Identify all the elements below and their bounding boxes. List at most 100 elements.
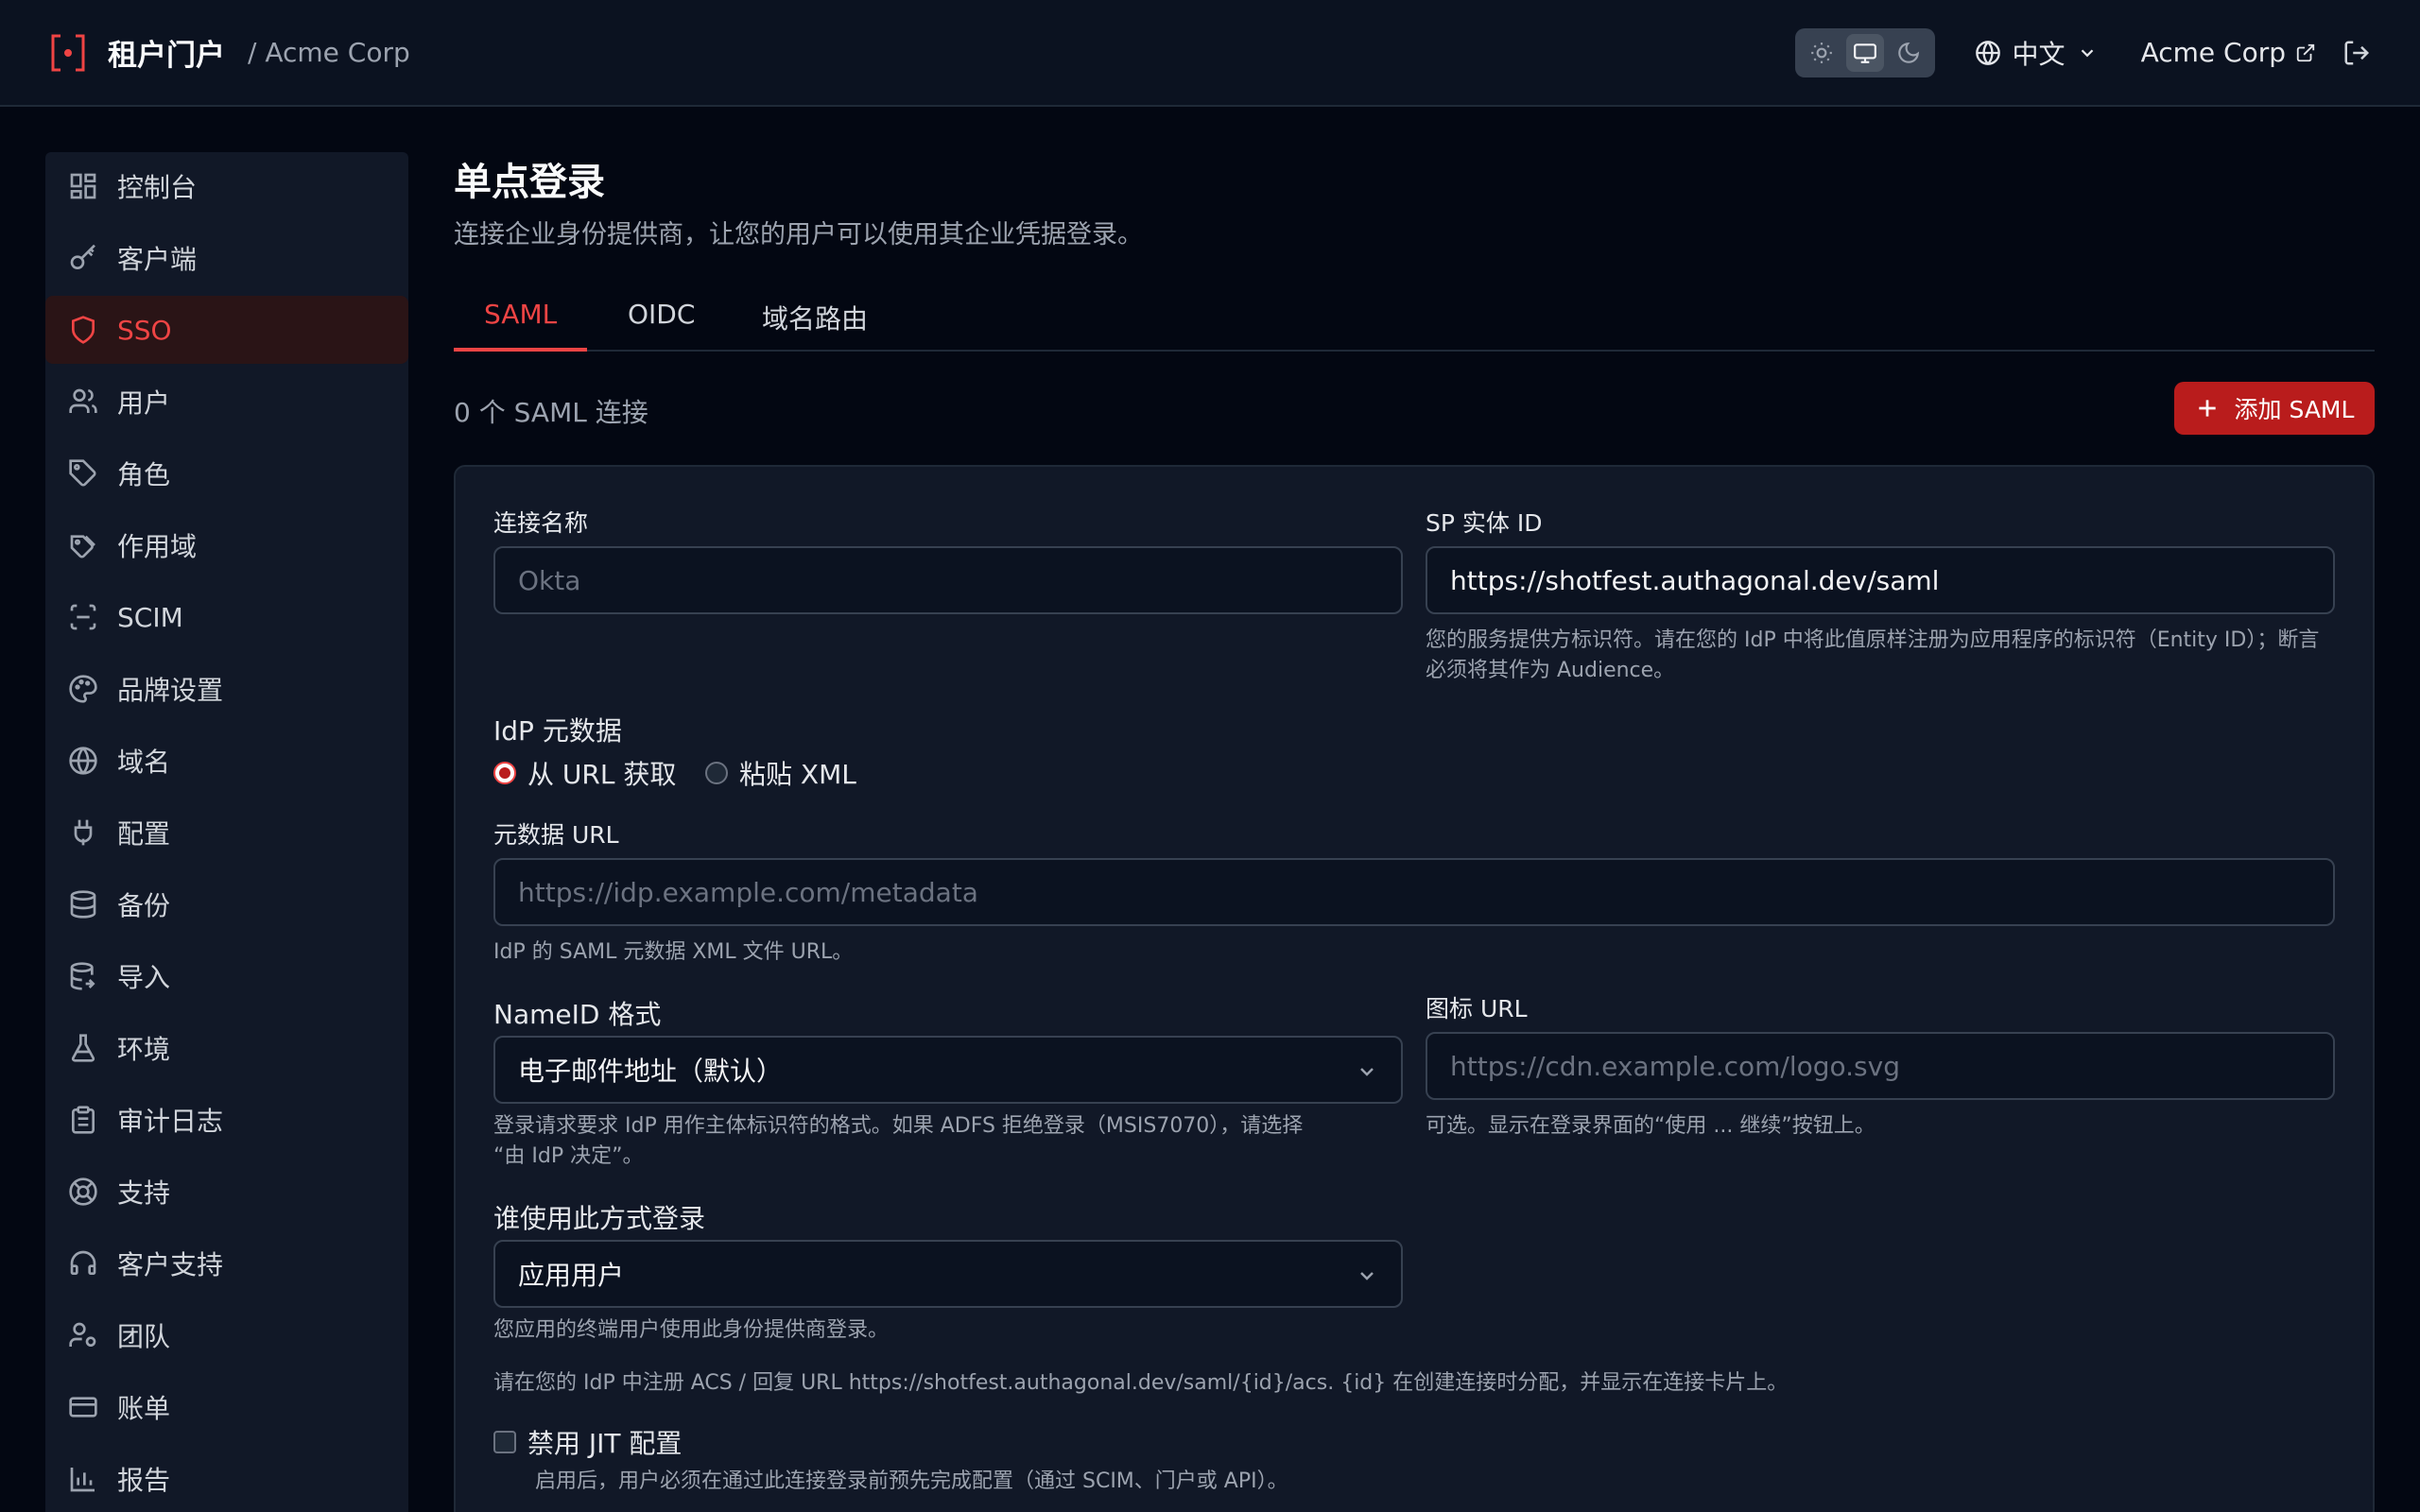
connection-name-input[interactable]: Okta (493, 546, 1403, 614)
sidebar-item-reports[interactable]: 报告 (45, 1445, 408, 1512)
sp-entity-id-input[interactable]: https://shotfest.authagonal.dev/saml (1426, 546, 2335, 614)
radio-paste-xml-label: 粘贴 XML (739, 759, 856, 790)
nameid-format-label: NameID 格式 (493, 999, 662, 1030)
tag-icon (68, 458, 98, 489)
sidebar-item-label: 报告 (117, 1465, 171, 1496)
nameid-format-help-line1: 登录请求要求 IdP 用作主体标识符的格式。如果 ADFS 拒绝登录（MSIS7… (493, 1114, 1304, 1138)
sidebar-item-branding[interactable]: 品牌设置 (45, 655, 408, 723)
bar-chart-icon (68, 1464, 98, 1494)
sp-entity-id-value: https://shotfest.authagonal.dev/saml (1450, 564, 1940, 596)
sidebar-item-customer-support[interactable]: 客户支持 (45, 1229, 408, 1297)
nameid-format-value: 电子邮件地址（默认） (518, 1056, 784, 1087)
tab-domain-routing[interactable]: 域名路由 (762, 289, 868, 352)
add-saml-button[interactable]: 添加 SAML (2174, 382, 2375, 435)
sidebar-item-label: SCIM (117, 601, 183, 633)
radio-from-url-label: 从 URL 获取 (527, 759, 677, 790)
who-signs-in-select[interactable]: 应用用户 (493, 1240, 1403, 1308)
chevron-down-icon (2077, 43, 2098, 63)
connection-name-label: 连接名称 (493, 509, 589, 537)
sidebar-item-support[interactable]: 支持 (45, 1158, 408, 1226)
radio-paste-xml[interactable]: 粘贴 XML (705, 754, 856, 792)
sidebar-item-label: 品牌设置 (117, 675, 224, 706)
chevron-down-icon (1356, 1060, 1378, 1083)
radio-from-url-control[interactable] (493, 762, 516, 784)
radio-paste-xml-control[interactable] (705, 762, 728, 784)
sidebar-item-billing[interactable]: 账单 (45, 1373, 408, 1441)
sidebar-item-users[interactable]: 用户 (45, 368, 408, 436)
sidebar-item-backups[interactable]: 备份 (45, 870, 408, 938)
saml-form-card: 连接名称 Okta SP 实体 ID https://shotfest.auth… (454, 465, 2375, 1512)
user-cog-icon (68, 1320, 98, 1350)
clipboard-icon (68, 1105, 98, 1135)
external-link-icon (2295, 43, 2316, 63)
sidebar-item-label: 角色 (117, 459, 171, 490)
sidebar-item-label: 配置 (117, 818, 171, 850)
sidebar-item-label: SSO (117, 314, 172, 346)
database-icon (68, 889, 98, 919)
lifebuoy-icon (68, 1177, 98, 1207)
sidebar-item-label: 账单 (117, 1393, 171, 1424)
sidebar-item-label: 客户支持 (117, 1249, 224, 1280)
tags-icon (68, 530, 98, 560)
disable-jit-checkbox[interactable] (493, 1431, 516, 1453)
plug-icon (68, 817, 98, 848)
sun-icon[interactable] (1803, 34, 1841, 72)
tab-oidc[interactable]: OIDC (628, 289, 695, 352)
sidebar-item-environments[interactable]: 环境 (45, 1014, 408, 1082)
database-import-icon (68, 961, 98, 991)
add-saml-label: 添加 SAML (2234, 396, 2355, 423)
sidebar-item-label: 审计日志 (117, 1106, 224, 1137)
tab-label: 域名路由 (762, 303, 869, 335)
disable-jit-checkbox-row[interactable]: 禁用 JIT 配置 (493, 1423, 682, 1461)
sidebar-item-team[interactable]: 团队 (45, 1301, 408, 1369)
sp-entity-id-help: 您的服务提供方标识符。请在您的 IdP 中将此值原样注册为应用程序的标识符（En… (1426, 626, 2352, 686)
connection-count: 0 个 SAML 连接 (454, 397, 648, 428)
sidebar-item-label: 团队 (117, 1321, 171, 1352)
globe-icon (1975, 40, 2001, 66)
logout-icon[interactable] (2342, 39, 2371, 67)
dashboard-icon (68, 171, 98, 201)
sidebar-item-sso[interactable]: SSO (45, 296, 408, 364)
sidebar-item-dashboard[interactable]: 控制台 (45, 152, 408, 220)
sidebar-item-scim[interactable]: SCIM (45, 583, 408, 651)
icon-url-help: 可选。显示在登录界面的“使用 ... 继续”按钮上。 (1426, 1114, 1876, 1138)
who-signs-in-label: 谁使用此方式登录 (493, 1203, 706, 1234)
tab-saml[interactable]: SAML (454, 289, 588, 352)
account-link[interactable]: Acme Corp (2141, 37, 2316, 68)
sidebar-item-domains[interactable]: 域名 (45, 727, 408, 795)
nameid-format-help-line2: “由 IdP 决定”。 (493, 1144, 644, 1168)
monitor-icon[interactable] (1845, 33, 1884, 72)
metadata-url-input[interactable]: https://idp.example.com/metadata (493, 858, 2335, 926)
sidebar-item-label: 作用域 (117, 531, 198, 562)
nameid-format-select[interactable]: 电子邮件地址（默认） (493, 1036, 1403, 1104)
disable-jit-help: 启用后，用户必须在通过此连接登录前预先完成配置（通过 SCIM、门户或 API）… (535, 1469, 1288, 1493)
tab-bar: SAML OIDC 域名路由 (454, 289, 2375, 352)
sp-entity-id-label: SP 实体 ID (1426, 509, 1543, 537)
shield-icon (68, 315, 98, 345)
sidebar-item-audit-logs[interactable]: 审计日志 (45, 1086, 408, 1154)
sidebar-item-label: 导入 (117, 962, 171, 993)
sidebar-item-scopes[interactable]: 作用域 (45, 511, 408, 579)
who-signs-in-value: 应用用户 (518, 1260, 625, 1291)
sidebar-item-roles[interactable]: 角色 (45, 439, 408, 507)
moon-icon[interactable] (1890, 34, 1927, 72)
radio-from-url[interactable]: 从 URL 获取 (493, 754, 676, 792)
disable-jit-label: 禁用 JIT 配置 (527, 1428, 683, 1459)
theme-toggle (1794, 27, 1935, 77)
icon-url-input[interactable]: https://cdn.example.com/logo.svg (1426, 1032, 2335, 1100)
sidebar-item-clients[interactable]: 客户端 (45, 224, 408, 292)
tab-label: OIDC (628, 299, 696, 330)
who-signs-in-help: 您应用的终端用户使用此身份提供商登录。 (493, 1318, 890, 1342)
sidebar: 控制台 客户端 SSO 用户 角色 作用域 SCIM 品牌设置 域名 配置 备份 (45, 152, 408, 1512)
icon-url-label: 图标 URL (1426, 995, 1528, 1022)
palette-icon (68, 674, 98, 704)
sidebar-item-config[interactable]: 配置 (45, 799, 408, 867)
plus-icon (2195, 396, 2220, 421)
page-title: 单点登录 (454, 161, 605, 204)
language-selector[interactable]: 中文 (1975, 34, 2098, 72)
sp-entity-id-help-line1: 您的服务提供方标识符。请在您的 IdP 中将此值原样注册为应用程序的标识符（En… (1426, 628, 2320, 652)
headset-icon (68, 1248, 98, 1279)
sidebar-item-import[interactable]: 导入 (45, 942, 408, 1010)
top-bar: 租户门户 / Acme Corp 中文 Acme Corp (0, 0, 2420, 107)
brand-title[interactable]: 租户门户 (108, 31, 225, 74)
